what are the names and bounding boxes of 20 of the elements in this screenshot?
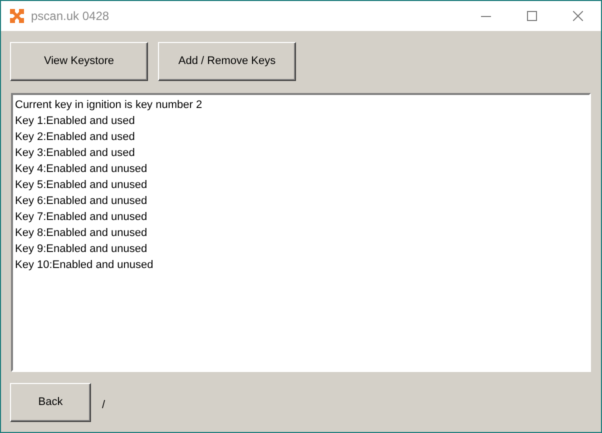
output-line: Key 4:Enabled and unused — [15, 162, 148, 177]
window-title: pscan.uk 0428 — [31, 8, 110, 25]
output-line: Key 1:Enabled and used — [15, 114, 135, 129]
output-line: Key 5:Enabled and unused — [15, 178, 148, 193]
maximize-icon[interactable] — [527, 11, 537, 21]
output-text-area[interactable] — [11, 93, 591, 372]
toolbar-button[interactable]: View Keystore — [10, 42, 148, 81]
back-button[interactable]: Back — [10, 383, 91, 422]
output-line: Key 2:Enabled and used — [15, 130, 135, 145]
toolbar-button[interactable]: Add / Remove Keys — [158, 42, 296, 81]
output-line: Key 7:Enabled and unused — [15, 210, 148, 225]
close-icon[interactable] — [573, 11, 583, 21]
status-text: / — [102, 398, 106, 414]
app-logo-icon — [9, 8, 25, 24]
output-line: Key 10:Enabled and unused — [15, 258, 154, 273]
output-line: Key 6:Enabled and unused — [15, 194, 148, 209]
output-line: Key 8:Enabled and unused — [15, 226, 148, 241]
output-line: Key 3:Enabled and used — [15, 146, 135, 161]
output-line: Current key in ignition is key number 2 — [15, 98, 202, 113]
output-line: Key 9:Enabled and unused — [15, 242, 148, 257]
